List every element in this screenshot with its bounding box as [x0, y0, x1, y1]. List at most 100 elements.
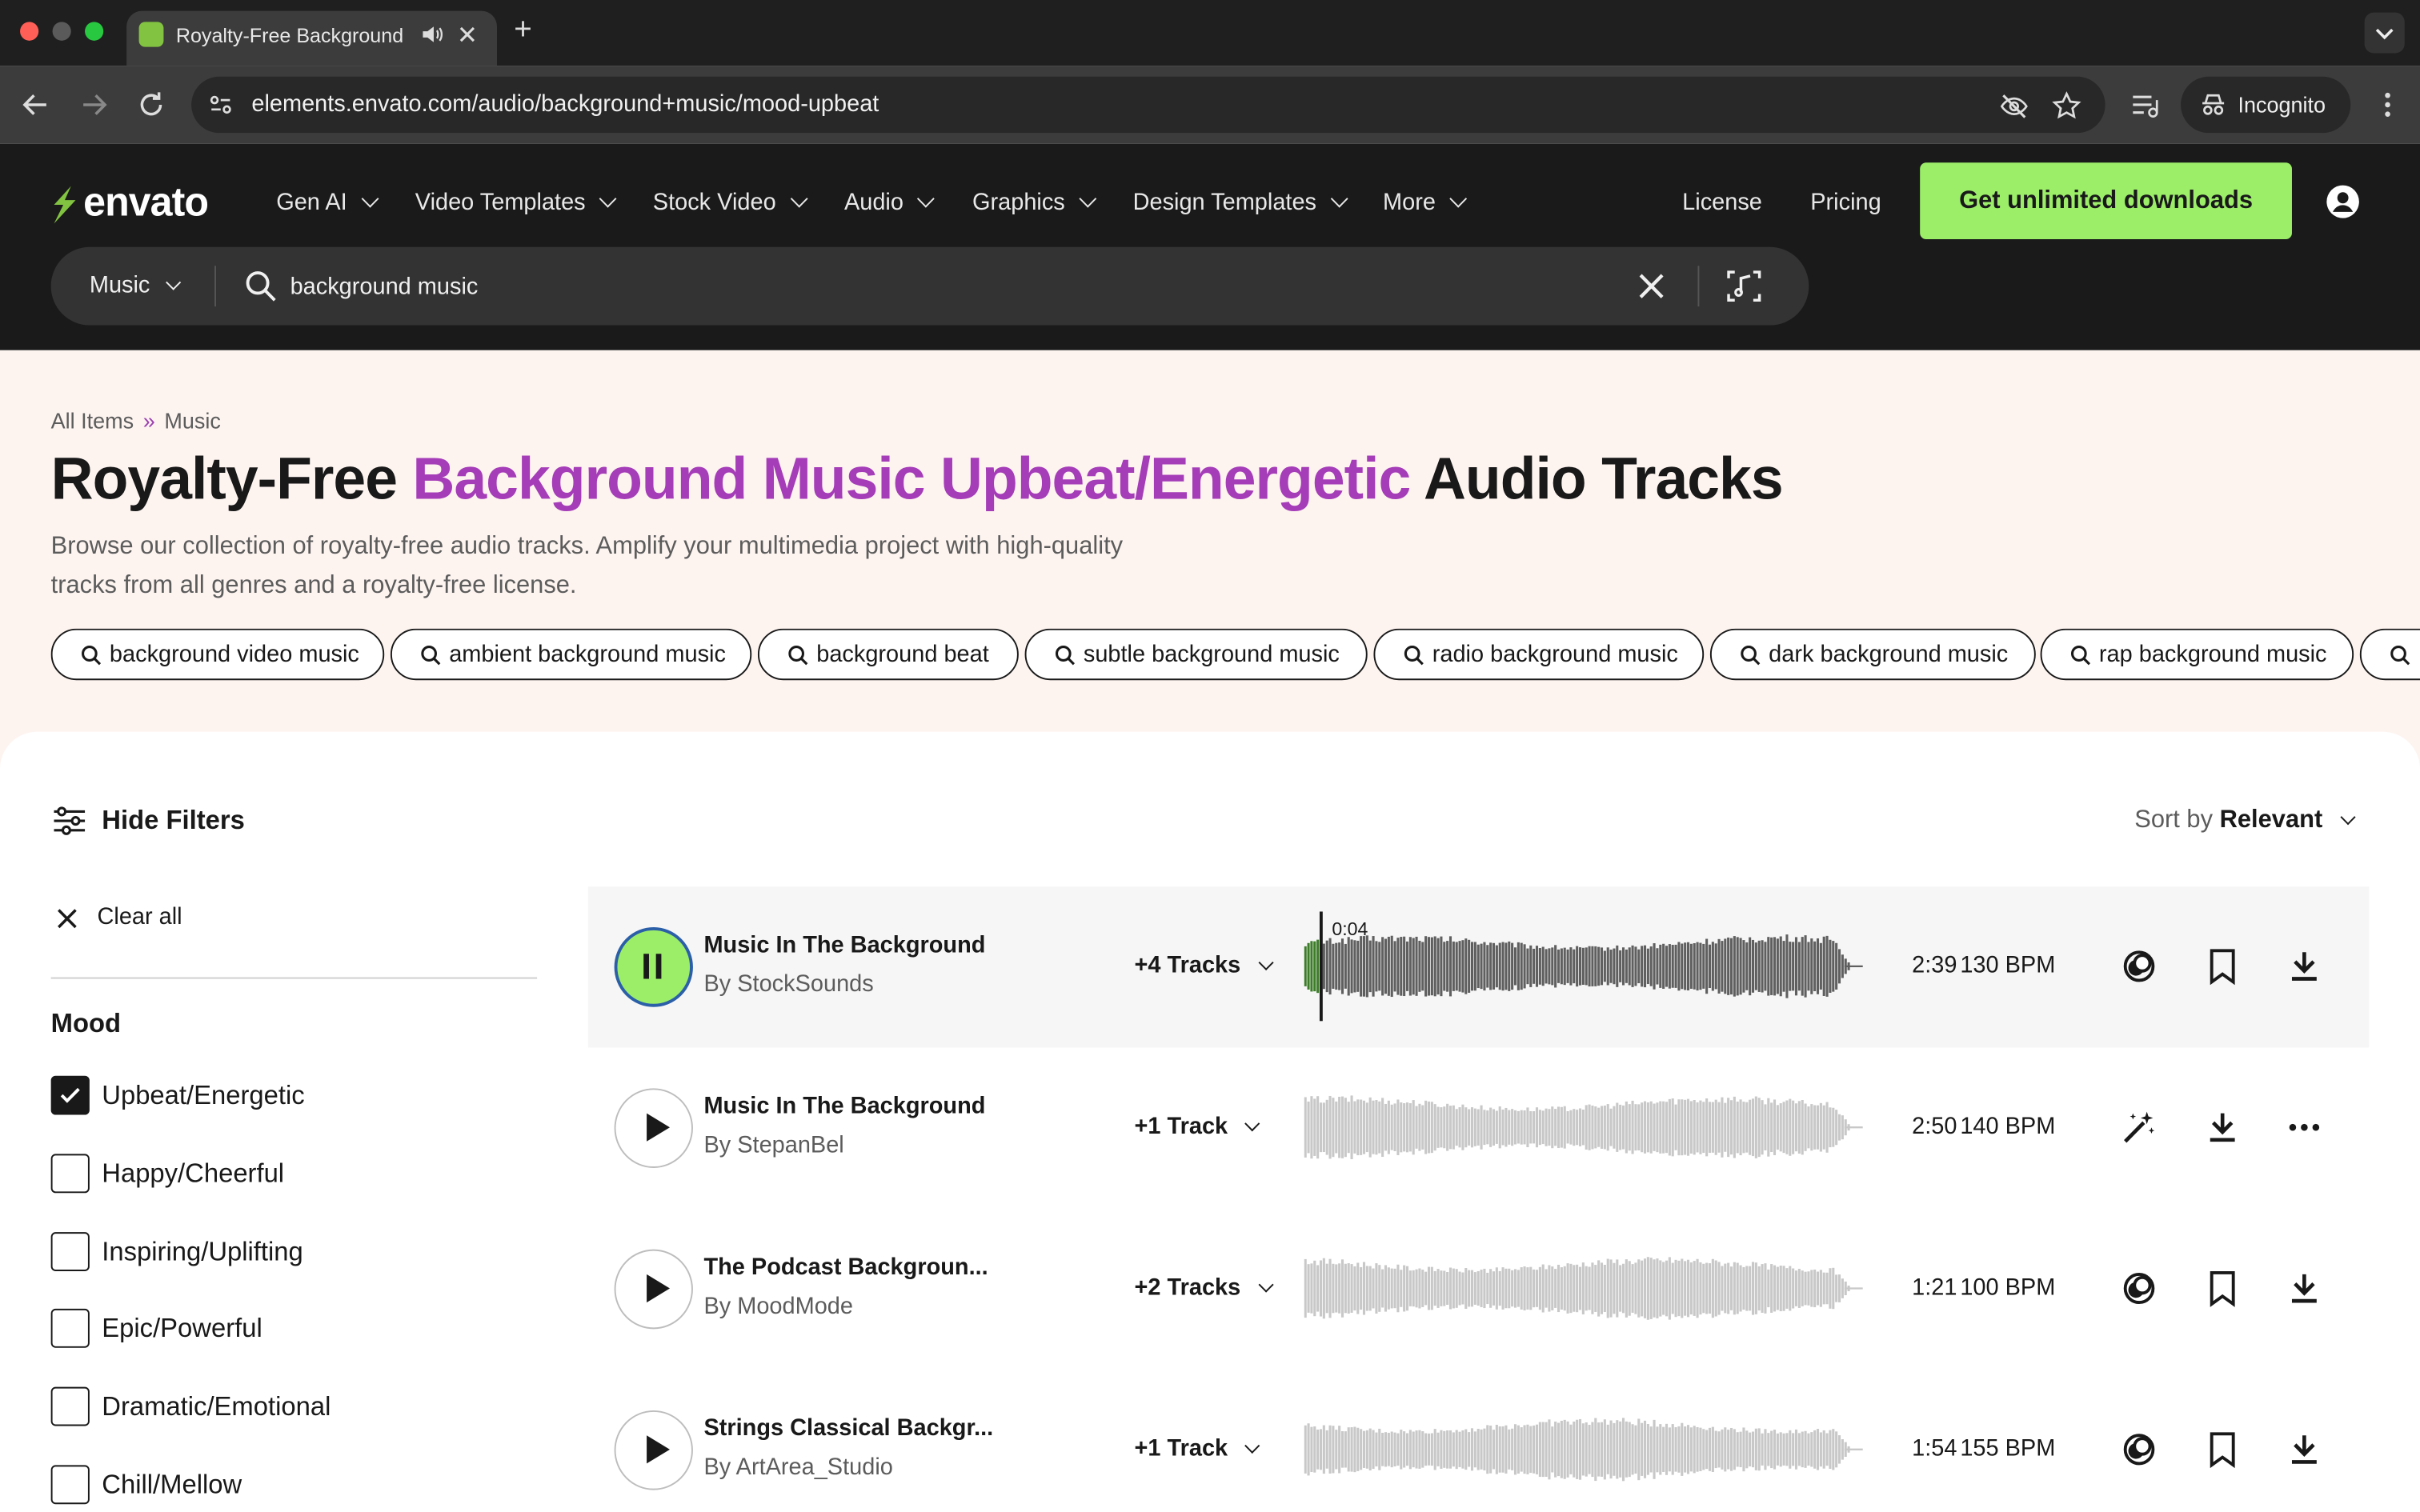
track-author[interactable]: By StepanBel	[703, 1132, 843, 1158]
waveform-bar	[1841, 1439, 1844, 1460]
account-icon[interactable]	[2326, 185, 2359, 219]
pricing-link[interactable]: Pricing	[1810, 189, 1881, 215]
nav-audio[interactable]: Audio	[844, 189, 936, 216]
incognito-badge[interactable]: Incognito	[2181, 76, 2351, 134]
waveform[interactable]	[1304, 1410, 1863, 1489]
bookmark-star-icon[interactable]	[2051, 90, 2082, 122]
chip-label: background video music	[109, 641, 359, 668]
speaker-icon[interactable]	[420, 22, 445, 46]
more-tracks-toggle[interactable]: +4 Tracks	[1135, 952, 1274, 979]
pause-button[interactable]	[614, 927, 693, 1007]
checkbox[interactable]	[50, 1386, 90, 1426]
related-search-chip[interactable]: radio background music	[1373, 628, 1705, 681]
track-title[interactable]: Music In The Background	[703, 932, 985, 958]
bookmark-icon[interactable]	[2204, 947, 2241, 986]
waveform-bar	[1316, 1265, 1320, 1312]
play-button[interactable]	[614, 1088, 693, 1169]
track-row[interactable]: Music In The Background By StockSounds +…	[587, 886, 2370, 1048]
waveform-bar	[1307, 942, 1310, 990]
waveform[interactable]	[1304, 927, 1863, 1006]
nav-stock-video[interactable]: Stock Video	[653, 189, 808, 216]
similar-icon[interactable]	[2121, 1430, 2158, 1468]
related-search-chip[interactable]: dark background music	[1709, 628, 2036, 681]
waveform-bar	[1662, 1101, 1665, 1154]
waveform-bar	[1609, 1420, 1613, 1479]
close-window-button[interactable]	[20, 22, 39, 41]
track-author[interactable]: By ArtArea_Studio	[703, 1454, 892, 1481]
new-tab-icon[interactable]: +	[514, 13, 532, 49]
play-button[interactable]	[614, 1249, 693, 1330]
track-title[interactable]: Music In The Background	[703, 1093, 985, 1119]
maximize-window-button[interactable]	[85, 22, 104, 41]
related-search-chip[interactable]: background beat	[757, 628, 1019, 681]
waveform-bar	[1754, 1428, 1757, 1470]
checkbox[interactable]	[50, 1075, 90, 1115]
track-title[interactable]: The Podcast Backgroun...	[703, 1254, 988, 1281]
related-search-chip[interactable]: subtle background music	[1024, 628, 1368, 681]
bookmark-icon[interactable]	[2204, 1270, 2241, 1307]
related-search-chip[interactable]: rap background music	[2040, 628, 2354, 681]
site-settings-icon[interactable]	[206, 90, 234, 118]
checkbox[interactable]	[50, 1308, 90, 1348]
nav-gen-ai[interactable]: Gen AI	[276, 189, 379, 216]
eye-off-icon[interactable]	[1999, 90, 2030, 122]
checkbox[interactable]	[50, 1465, 90, 1505]
waveform[interactable]	[1304, 1088, 1863, 1166]
track-row[interactable]: Strings Classical Backgr... By ArtArea_S…	[588, 1370, 2370, 1512]
nav-more[interactable]: More	[1383, 189, 1468, 216]
download-icon[interactable]	[2286, 1270, 2322, 1307]
minimize-window-button[interactable]	[52, 22, 71, 41]
download-icon[interactable]	[2286, 947, 2322, 985]
nav-graphics[interactable]: Graphics	[972, 189, 1097, 216]
magic-wand-icon[interactable]	[2121, 1109, 2158, 1146]
hide-filters-button[interactable]: Hide Filters	[53, 806, 245, 837]
tab-search-button[interactable]	[2364, 12, 2405, 54]
related-search-chip[interactable]: background video music	[50, 628, 385, 681]
track-author[interactable]: By StockSounds	[703, 971, 873, 998]
similar-icon[interactable]	[2121, 947, 2158, 985]
waveform-bar	[1418, 1268, 1421, 1309]
browser-tab[interactable]: Royalty-Free Background ✕	[126, 10, 498, 66]
download-icon[interactable]	[2286, 1430, 2322, 1468]
license-link[interactable]: License	[1682, 189, 1762, 215]
breadcrumb-all-items[interactable]: All Items	[51, 408, 134, 433]
checkbox[interactable]	[50, 1154, 90, 1194]
back-icon[interactable]	[18, 87, 52, 122]
more-icon[interactable]	[2286, 1109, 2322, 1146]
waveform[interactable]	[1304, 1250, 1863, 1328]
nav-design-templates[interactable]: Design Templates	[1133, 189, 1348, 216]
music-search-icon[interactable]	[1725, 267, 1762, 305]
clear-all-button[interactable]: Clear all	[55, 904, 182, 930]
get-unlimited-downloads-button[interactable]: Get unlimited downloads	[1920, 162, 2292, 240]
forward-icon[interactable]	[77, 87, 110, 122]
nav-video-templates[interactable]: Video Templates	[415, 189, 618, 216]
sort-dropdown[interactable]: Sort by Relevant	[2134, 807, 2356, 835]
close-tab-icon[interactable]: ✕	[457, 20, 478, 51]
search-category-select[interactable]: Music	[90, 272, 182, 298]
clear-search-icon[interactable]	[1634, 269, 1668, 303]
download-icon[interactable]	[2204, 1109, 2241, 1146]
search-input[interactable]	[290, 261, 1618, 311]
related-search-chip[interactable]	[2359, 628, 2420, 681]
track-author[interactable]: By MoodMode	[703, 1293, 853, 1319]
more-tracks-toggle[interactable]: +2 Tracks	[1135, 1274, 1274, 1301]
browser-menu-icon[interactable]	[2370, 87, 2404, 122]
waveform-bar	[1560, 948, 1563, 985]
track-row[interactable]: The Podcast Backgroun... By MoodMode +2 …	[588, 1209, 2370, 1370]
address-bar[interactable]: elements.envato.com/audio/background+mus…	[191, 76, 2105, 134]
more-tracks-toggle[interactable]: +1 Track	[1135, 1114, 1261, 1140]
reload-icon[interactable]	[134, 87, 168, 122]
more-tracks-toggle[interactable]: +1 Track	[1135, 1435, 1261, 1462]
track-row[interactable]: Music In The Background By StepanBel +1 …	[588, 1048, 2370, 1209]
media-controls-icon[interactable]	[2130, 90, 2161, 122]
checkbox[interactable]	[50, 1232, 90, 1272]
track-title[interactable]: Strings Classical Backgr...	[703, 1415, 993, 1442]
play-button[interactable]	[614, 1410, 693, 1490]
waveform-bar	[1344, 1098, 1347, 1158]
related-search-chip[interactable]: ambient background music	[390, 628, 752, 681]
bookmark-icon[interactable]	[2204, 1430, 2241, 1469]
playhead[interactable]	[1319, 911, 1322, 1022]
similar-icon[interactable]	[2121, 1270, 2158, 1307]
breadcrumb-music[interactable]: Music	[164, 408, 221, 433]
envato-logo[interactable]: envato	[50, 178, 222, 225]
